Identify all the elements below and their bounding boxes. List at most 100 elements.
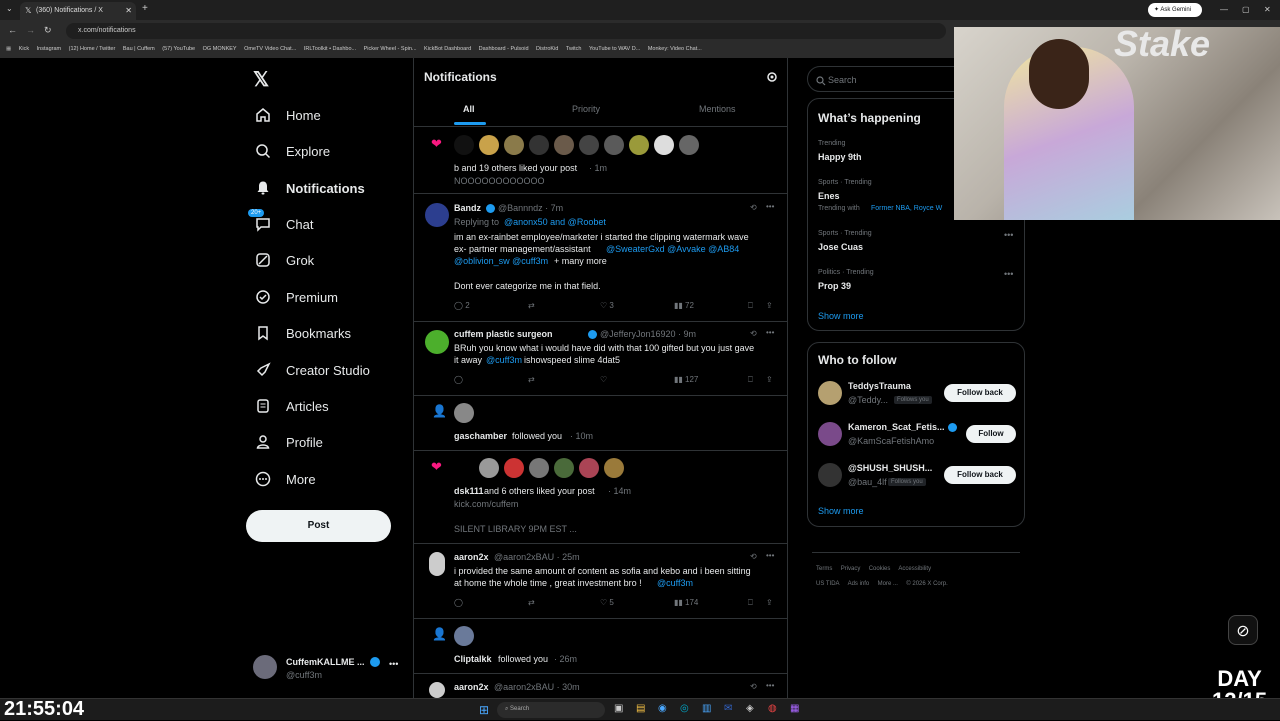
- grok-icon[interactable]: ⟲: [750, 203, 757, 212]
- bookmark-item[interactable]: Twitch: [566, 46, 582, 52]
- ask-gemini-button[interactable]: ✦ Ask Gemini: [1148, 3, 1202, 17]
- nav-explore[interactable]: Explore: [252, 137, 330, 165]
- bookmark-item[interactable]: Monkey: Video Chat...: [648, 46, 702, 52]
- grok-icon[interactable]: ⟲: [750, 552, 757, 561]
- grok-icon[interactable]: ⟲: [750, 329, 757, 338]
- taskbar-app-icon[interactable]: ✉: [724, 703, 732, 714]
- nav-notifications[interactable]: Notifications: [252, 174, 365, 202]
- close-tab-icon[interactable]: ✕: [125, 6, 132, 15]
- follower-name[interactable]: gaschamber: [454, 431, 507, 441]
- views-icon[interactable]: ▮▮ 127: [674, 375, 698, 384]
- mention-link[interactable]: @cuff3m: [657, 578, 693, 588]
- share-icon[interactable]: ⇪: [766, 301, 773, 310]
- nav-bookmarks[interactable]: Bookmarks: [252, 319, 351, 347]
- follow-button[interactable]: Follow: [966, 425, 1016, 443]
- url-field[interactable]: x.com/notifications: [66, 23, 946, 39]
- replying-to[interactable]: @anonx50 and @Roobet: [504, 217, 606, 227]
- footer-link[interactable]: Terms: [816, 566, 832, 572]
- taskbar-app-icon[interactable]: ◍: [768, 703, 777, 714]
- tab-menu-icon[interactable]: ⌄: [6, 4, 13, 13]
- tab-mentions[interactable]: Mentions: [699, 104, 736, 114]
- share-icon[interactable]: ⇪: [766, 598, 773, 607]
- bookmark-item[interactable]: YouTube to WAV D...: [589, 46, 640, 52]
- reply-icon[interactable]: ◯: [454, 598, 463, 607]
- footer-link[interactable]: Accessibility: [898, 566, 931, 572]
- liker-name[interactable]: dsk111: [454, 486, 484, 496]
- taskbar-app-icon[interactable]: ▥: [702, 703, 711, 714]
- tab-all[interactable]: All: [463, 104, 475, 114]
- nav-profile[interactable]: Profile: [252, 428, 323, 456]
- taskbar-app-icon[interactable]: ◎: [680, 703, 689, 714]
- taskbar-app-icon[interactable]: ◈: [746, 703, 754, 714]
- bookmark-item[interactable]: Instagram: [37, 46, 61, 52]
- share-icon[interactable]: ⇪: [766, 375, 773, 384]
- mention-link[interactable]: @cuff3m: [486, 355, 522, 365]
- follower-name[interactable]: Cliptalkk: [454, 654, 492, 664]
- stream-float-icon[interactable]: ⊘: [1228, 615, 1258, 645]
- reply-icon[interactable]: ◯ 2: [454, 301, 470, 310]
- bookmark-item[interactable]: KickBot Dashboard: [424, 46, 471, 52]
- trend-extra-link[interactable]: Former NBA, Royce W: [871, 205, 942, 212]
- nav-articles[interactable]: Articles: [252, 392, 329, 420]
- close-window-icon[interactable]: ✕: [1264, 5, 1271, 14]
- nav-home[interactable]: Home: [252, 101, 321, 129]
- new-tab-icon[interactable]: +: [142, 3, 148, 14]
- taskbar-app-icon[interactable]: ▤: [636, 703, 645, 714]
- trend-more-icon[interactable]: •••: [1004, 269, 1013, 279]
- bookmark-item[interactable]: (12) Home / Twitter: [69, 46, 116, 52]
- more-options-icon[interactable]: •••: [766, 681, 774, 690]
- mention-link[interactable]: @SweaterGxd @Avvake @AB84: [606, 244, 739, 254]
- footer-link[interactable]: More ...: [878, 581, 898, 587]
- bookmark-item[interactable]: Bau | Cuffem: [123, 46, 155, 52]
- show-more-link[interactable]: Show more: [818, 311, 864, 321]
- bookmark-item[interactable]: DistroKid: [536, 46, 558, 52]
- apps-icon[interactable]: ▦: [6, 46, 11, 52]
- account-more-icon[interactable]: •••: [389, 659, 398, 669]
- repost-icon[interactable]: ⇄: [528, 598, 535, 607]
- footer-link[interactable]: US TIDA: [816, 581, 840, 587]
- taskbar-app-icon[interactable]: ◉: [658, 703, 667, 714]
- taskbar-app-icon[interactable]: ▦: [790, 703, 799, 714]
- nav-more[interactable]: More: [252, 465, 316, 493]
- bookmark-icon[interactable]: ⎕: [748, 598, 753, 608]
- nav-chat[interactable]: 20+ Chat: [248, 209, 313, 238]
- follow-back-button[interactable]: Follow back: [944, 384, 1016, 402]
- account-switcher[interactable]: CuffemKALLME ... @cuff3m •••: [253, 653, 403, 683]
- browser-tab[interactable]: 𝕏 (360) Notifications / X ✕: [20, 2, 136, 20]
- show-more-link[interactable]: Show more: [818, 506, 864, 516]
- views-icon[interactable]: ▮▮ 174: [674, 598, 698, 607]
- bookmark-item[interactable]: OG MONKEY: [203, 46, 237, 52]
- settings-gear-icon[interactable]: [766, 70, 778, 88]
- taskbar-search[interactable]: ⌕ Search: [497, 702, 605, 718]
- like-icon[interactable]: ♡ 3: [600, 301, 614, 310]
- bookmark-icon[interactable]: ⎕: [748, 375, 753, 385]
- maximize-icon[interactable]: ▢: [1242, 5, 1250, 14]
- bookmark-item[interactable]: (57) YouTube: [162, 46, 195, 52]
- minimize-icon[interactable]: —: [1220, 5, 1228, 14]
- footer-link[interactable]: Cookies: [869, 566, 891, 572]
- bookmark-item[interactable]: Picker Wheel - Spin...: [364, 46, 417, 52]
- like-icon[interactable]: ♡: [600, 375, 607, 384]
- footer-link[interactable]: Privacy: [841, 566, 861, 572]
- windows-start-icon[interactable]: ⊞: [479, 703, 489, 717]
- post-button[interactable]: Post: [246, 510, 391, 542]
- views-icon[interactable]: ▮▮ 72: [674, 301, 694, 310]
- tab-priority[interactable]: Priority: [572, 104, 600, 114]
- repost-icon[interactable]: ⇄: [528, 301, 535, 310]
- nav-creator-studio[interactable]: Creator Studio: [252, 356, 370, 384]
- follow-back-button[interactable]: Follow back: [944, 466, 1016, 484]
- bookmark-item[interactable]: Kick: [19, 46, 29, 52]
- reload-icon[interactable]: ↻: [44, 25, 52, 36]
- taskbar-app-icon[interactable]: ▣: [614, 703, 623, 714]
- repost-icon[interactable]: ⇄: [528, 375, 535, 384]
- bookmark-item[interactable]: OmeTV Video Chat...: [244, 46, 296, 52]
- forward-icon[interactable]: →: [26, 25, 35, 35]
- more-options-icon[interactable]: •••: [766, 328, 774, 337]
- x-logo-icon[interactable]: 𝕏: [253, 67, 269, 92]
- bookmark-icon[interactable]: ⎕: [748, 301, 753, 311]
- more-options-icon[interactable]: •••: [766, 202, 774, 211]
- mention-link[interactable]: @oblivion_sw @cuff3m: [454, 256, 548, 266]
- footer-link[interactable]: Ads info: [848, 581, 870, 587]
- back-icon[interactable]: ←: [8, 25, 17, 35]
- like-icon[interactable]: ♡ 5: [600, 598, 614, 607]
